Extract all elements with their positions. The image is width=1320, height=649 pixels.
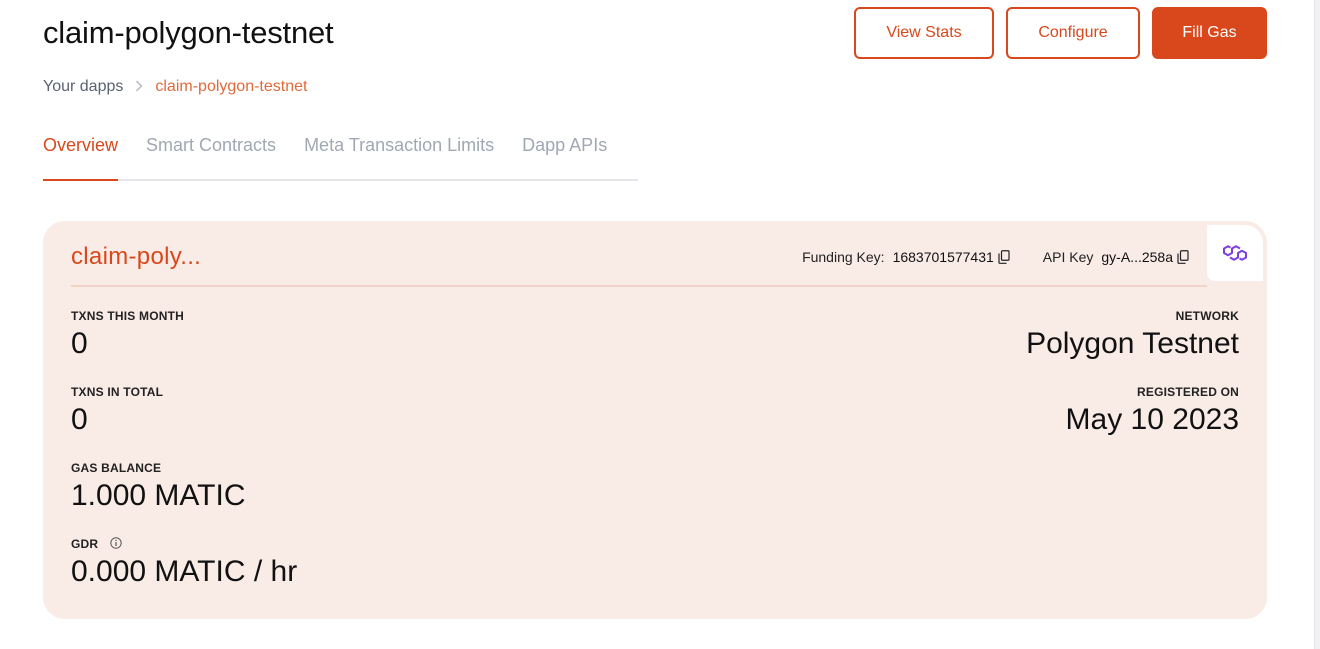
tab-smart-contracts[interactable]: Smart Contracts bbox=[146, 133, 276, 181]
polygon-logo-icon bbox=[1207, 225, 1263, 281]
tab-dapp-apis[interactable]: Dapp APIs bbox=[522, 133, 607, 181]
api-key-label: API Key bbox=[1042, 249, 1094, 265]
gdr-label: GDR bbox=[71, 537, 99, 551]
dapp-name: claim-poly... bbox=[71, 243, 202, 270]
copy-funding-key-icon[interactable] bbox=[998, 250, 1011, 264]
tab-bar: Overview Smart Contracts Meta Transactio… bbox=[43, 133, 638, 181]
tab-overview[interactable]: Overview bbox=[43, 133, 119, 181]
keys-row: Funding Key: 1683701577431 API Key gy-A.… bbox=[802, 249, 1190, 265]
scrollbar[interactable] bbox=[1314, 0, 1320, 649]
registered-on-label: REGISTERED ON bbox=[1137, 385, 1239, 399]
api-key-value: gy-A...258a bbox=[1101, 249, 1173, 265]
page-title: claim-polygon-testnet bbox=[43, 15, 334, 50]
breadcrumb-chevron-icon bbox=[135, 79, 143, 96]
view-stats-button[interactable]: View Stats bbox=[854, 7, 994, 59]
txns-this-month-label: TXNS THIS MONTH bbox=[71, 309, 184, 323]
breadcrumb: Your dapps claim-polygon-testnet bbox=[43, 78, 307, 96]
txns-in-total-label: TXNS IN TOTAL bbox=[71, 385, 164, 399]
breadcrumb-current[interactable]: claim-polygon-testnet bbox=[155, 78, 307, 96]
gas-balance-value: 1.000 MATIC bbox=[71, 479, 246, 512]
network-value: Polygon Testnet bbox=[1026, 327, 1239, 360]
copy-api-key-icon[interactable] bbox=[1177, 250, 1190, 264]
registered-on-value: May 10 2023 bbox=[1065, 403, 1239, 436]
txns-this-month-value: 0 bbox=[71, 327, 88, 360]
dapp-overview-card: claim-poly... Funding Key: 1683701577431… bbox=[43, 221, 1267, 619]
funding-key-value: 1683701577431 bbox=[892, 249, 994, 265]
gdr-value: 0.000 MATIC / hr bbox=[71, 555, 298, 588]
txns-in-total-value: 0 bbox=[71, 403, 88, 436]
card-divider bbox=[71, 285, 1207, 287]
funding-key-label: Funding Key: bbox=[802, 249, 885, 265]
configure-button[interactable]: Configure bbox=[1006, 7, 1140, 59]
network-label: NETWORK bbox=[1175, 309, 1239, 323]
gas-balance-label: GAS BALANCE bbox=[71, 461, 162, 475]
tab-meta-transaction-limits[interactable]: Meta Transaction Limits bbox=[304, 133, 494, 181]
info-icon[interactable] bbox=[110, 537, 122, 549]
header-actions: View Stats Configure Fill Gas bbox=[854, 7, 1267, 59]
fill-gas-button[interactable]: Fill Gas bbox=[1152, 7, 1267, 59]
gdr-label-row: GDR bbox=[71, 537, 122, 551]
breadcrumb-your-dapps[interactable]: Your dapps bbox=[43, 78, 123, 96]
